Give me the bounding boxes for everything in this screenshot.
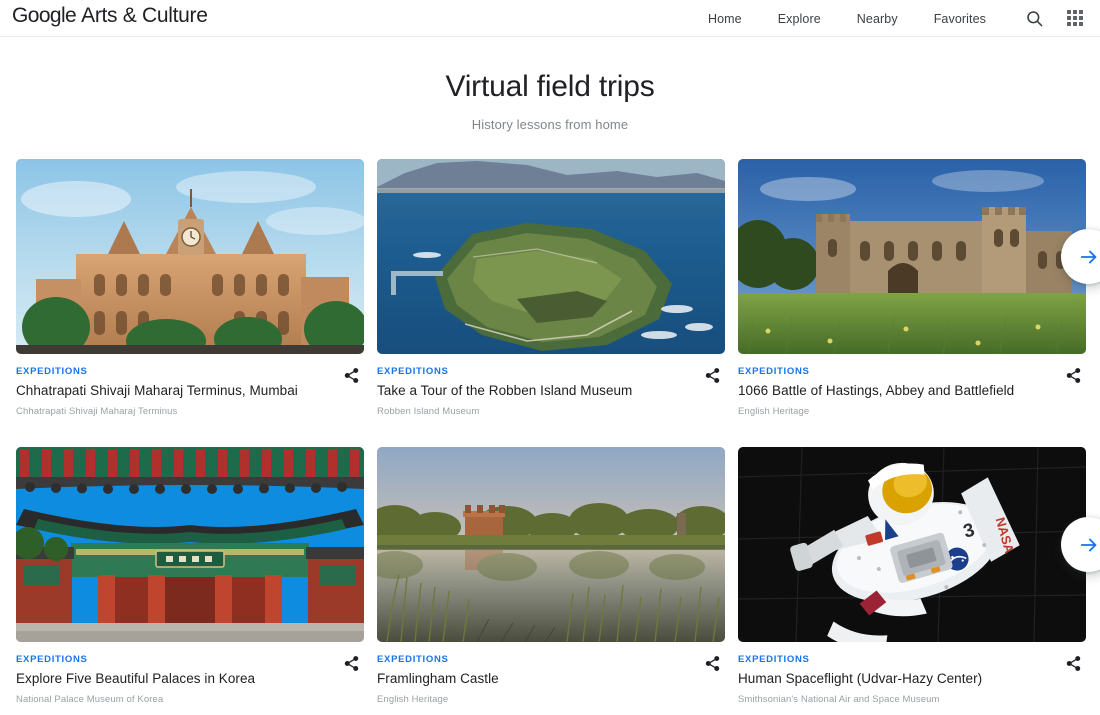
nav-item-home[interactable]: Home bbox=[690, 12, 760, 26]
share-icon[interactable] bbox=[699, 362, 725, 388]
card-kicker: EXPEDITIONS bbox=[738, 654, 810, 665]
card-meta: EXPEDITIONS 1066 Battle of Hastings, Abb… bbox=[738, 354, 1086, 418]
apps-dot bbox=[1067, 10, 1071, 14]
card-owner: Robben Island Museum bbox=[377, 406, 480, 417]
card-rows: EXPEDITIONS Chhatrapati Shivaji Maharaj … bbox=[0, 159, 1100, 706]
card-item[interactable]: EXPEDITIONS 1066 Battle of Hastings, Abb… bbox=[738, 159, 1086, 418]
card-item[interactable]: NASA 3 EXPEDITIONS Human Spaceflight (Ud… bbox=[738, 447, 1086, 706]
main-nav: Home Explore Nearby Favorites bbox=[690, 0, 1004, 37]
apps-dot bbox=[1067, 22, 1071, 26]
nav-item-favorites[interactable]: Favorites bbox=[916, 12, 1004, 26]
card-image[interactable] bbox=[16, 159, 364, 354]
card-title: Take a Tour of the Robben Island Museum bbox=[377, 383, 633, 398]
card-row: EXPEDITIONS Chhatrapati Shivaji Maharaj … bbox=[0, 159, 1100, 418]
arrow-right-icon bbox=[1080, 250, 1096, 263]
card-owner: English Heritage bbox=[377, 694, 449, 705]
apps-grid-icon[interactable] bbox=[1062, 5, 1088, 31]
share-icon[interactable] bbox=[1060, 362, 1086, 388]
card-item[interactable]: EXPEDITIONS Take a Tour of the Robben Is… bbox=[377, 159, 725, 418]
card-row: EXPEDITIONS Explore Five Beautiful Palac… bbox=[0, 447, 1100, 706]
card-meta: EXPEDITIONS Explore Five Beautiful Palac… bbox=[16, 642, 364, 706]
brand-logo[interactable]: Google Arts & Culture bbox=[12, 4, 208, 28]
card-title: Explore Five Beautiful Palaces in Korea bbox=[16, 671, 256, 686]
share-icon[interactable] bbox=[1060, 650, 1086, 676]
brand-google-text: Google bbox=[12, 4, 77, 27]
card-owner: English Heritage bbox=[738, 406, 810, 417]
apps-dot bbox=[1073, 22, 1077, 26]
card-owner: National Palace Museum of Korea bbox=[16, 694, 164, 705]
page-subtitle: History lessons from home bbox=[471, 117, 629, 132]
card-title: 1066 Battle of Hastings, Abbey and Battl… bbox=[738, 383, 1015, 398]
page-header: Virtual field trips History lessons from… bbox=[0, 37, 1100, 132]
apps-dot bbox=[1067, 16, 1071, 20]
card-meta: EXPEDITIONS Framlingham Castle English H… bbox=[377, 642, 725, 706]
page-title: Virtual field trips bbox=[445, 70, 655, 103]
apps-dot bbox=[1073, 16, 1077, 20]
nav-item-nearby[interactable]: Nearby bbox=[839, 12, 916, 26]
card-title: Framlingham Castle bbox=[377, 671, 499, 686]
card-owner: Chhatrapati Shivaji Maharaj Terminus bbox=[16, 406, 178, 417]
card-title: Human Spaceflight (Udvar-Hazy Center) bbox=[738, 671, 983, 686]
apps-dot bbox=[1073, 10, 1077, 14]
card-item[interactable]: EXPEDITIONS Explore Five Beautiful Palac… bbox=[16, 447, 364, 706]
card-image[interactable] bbox=[377, 447, 725, 642]
card-title: Chhatrapati Shivaji Maharaj Terminus, Mu… bbox=[16, 383, 298, 398]
card-meta: EXPEDITIONS Chhatrapati Shivaji Maharaj … bbox=[16, 354, 364, 418]
card-kicker: EXPEDITIONS bbox=[377, 654, 449, 665]
card-item[interactable]: EXPEDITIONS Framlingham Castle English H… bbox=[377, 447, 725, 706]
card-kicker: EXPEDITIONS bbox=[16, 366, 88, 377]
card-meta: EXPEDITIONS Take a Tour of the Robben Is… bbox=[377, 354, 725, 418]
arrow-right-icon bbox=[1080, 538, 1096, 551]
apps-dot bbox=[1079, 10, 1083, 14]
card-image[interactable]: NASA 3 bbox=[738, 447, 1086, 642]
card-image[interactable] bbox=[16, 447, 364, 642]
brand-product-text: Arts & Culture bbox=[81, 4, 208, 27]
site-header: Google Arts & Culture Home Explore Nearb… bbox=[0, 0, 1100, 37]
card-image[interactable] bbox=[738, 159, 1086, 354]
share-icon[interactable] bbox=[338, 362, 364, 388]
nav-item-explore[interactable]: Explore bbox=[760, 12, 839, 26]
share-icon[interactable] bbox=[338, 650, 364, 676]
card-kicker: EXPEDITIONS bbox=[738, 366, 810, 377]
card-kicker: EXPEDITIONS bbox=[16, 654, 88, 665]
card-kicker: EXPEDITIONS bbox=[377, 366, 449, 377]
share-icon[interactable] bbox=[699, 650, 725, 676]
apps-dot bbox=[1079, 22, 1083, 26]
card-owner: Smithsonian's National Air and Space Mus… bbox=[738, 694, 940, 705]
card-item[interactable]: EXPEDITIONS Chhatrapati Shivaji Maharaj … bbox=[16, 159, 364, 418]
card-image[interactable] bbox=[377, 159, 725, 354]
apps-dot bbox=[1079, 16, 1083, 20]
search-icon[interactable] bbox=[1021, 5, 1047, 31]
card-meta: EXPEDITIONS Human Spaceflight (Udvar-Haz… bbox=[738, 642, 1086, 706]
